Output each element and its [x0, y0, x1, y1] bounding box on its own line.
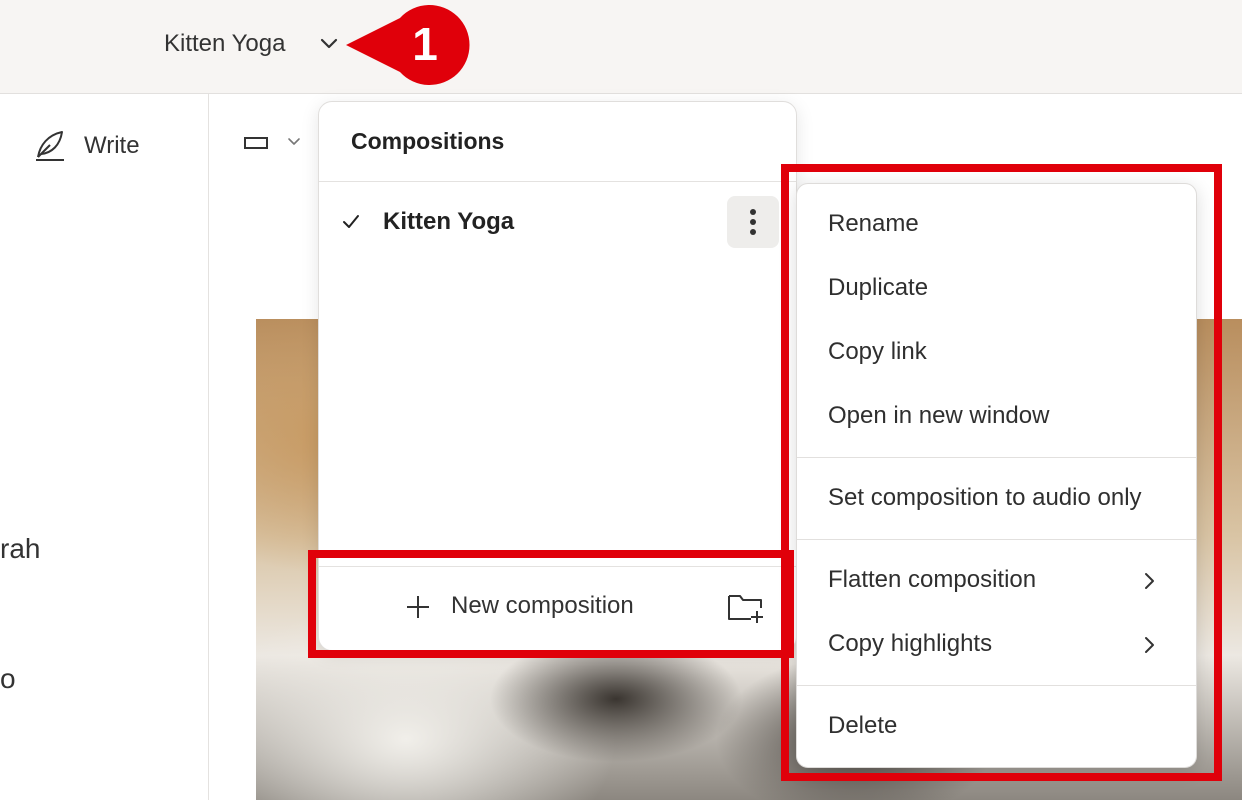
panel-title: Compositions — [351, 128, 505, 154]
menu-item-label: Rename — [828, 210, 919, 237]
menu-item-copy-highlights[interactable]: Copy highlights — [797, 617, 1196, 673]
composition-name: Kitten Yoga — [383, 208, 515, 235]
top-bar: Kitten Yoga 1 — [0, 0, 1242, 94]
menu-item-audio-only[interactable]: Set composition to audio only — [797, 471, 1196, 527]
menu-item-label: Copy highlights — [828, 630, 993, 657]
more-options-icon — [750, 219, 756, 225]
divider — [319, 566, 796, 567]
new-composition-button[interactable]: New composition — [399, 580, 659, 632]
chevron-down-icon[interactable] — [318, 33, 340, 55]
composition-list-item[interactable]: Kitten Yoga — [319, 188, 796, 254]
menu-item-label: Copy link — [828, 338, 927, 365]
composition-title[interactable]: Kitten Yoga — [164, 30, 285, 58]
compositions-panel: Compositions Kitten Yoga New composition — [318, 101, 797, 651]
menu-item-label: Flatten composition — [828, 566, 1037, 593]
aspect-ratio-icon[interactable] — [244, 137, 268, 149]
new-composition-label: New composition — [451, 592, 634, 619]
menu-item-flatten[interactable]: Flatten composition — [797, 553, 1196, 609]
feather-pen-icon — [36, 131, 64, 161]
more-options-icon — [750, 209, 756, 215]
plus-icon — [407, 596, 429, 618]
chevron-down-icon[interactable] — [286, 134, 302, 150]
checkmark-icon — [343, 215, 359, 228]
menu-item-label: Open in new window — [828, 402, 1050, 429]
script-text-fragment: rah — [0, 533, 41, 564]
menu-item-label: Delete — [828, 712, 898, 739]
more-options-button[interactable] — [727, 196, 779, 248]
menu-item-delete[interactable]: Delete — [797, 699, 1196, 755]
composition-context-menu: Rename Duplicate Copy link Open in new w… — [796, 183, 1197, 768]
menu-item-label: Set composition to audio only — [828, 484, 1142, 511]
menu-divider — [797, 457, 1196, 458]
menu-item-rename[interactable]: Rename — [797, 197, 1196, 253]
menu-item-duplicate[interactable]: Duplicate — [797, 261, 1196, 317]
more-options-icon — [750, 229, 756, 235]
divider — [319, 181, 796, 182]
menu-item-copy-link[interactable]: Copy link — [797, 325, 1196, 381]
menu-item-label: Duplicate — [828, 274, 929, 301]
new-folder-icon[interactable] — [727, 590, 765, 624]
menu-item-open-new-window[interactable]: Open in new window — [797, 389, 1196, 445]
menu-divider — [797, 685, 1196, 686]
chevron-right-icon — [1145, 637, 1154, 653]
sidebar-divider — [208, 94, 209, 800]
chevron-right-icon — [1145, 573, 1154, 589]
write-button[interactable]: Write — [84, 132, 140, 160]
menu-divider — [797, 539, 1196, 540]
script-text-fragment: o — [0, 663, 16, 694]
step-callout-number: 1 — [412, 18, 438, 70]
